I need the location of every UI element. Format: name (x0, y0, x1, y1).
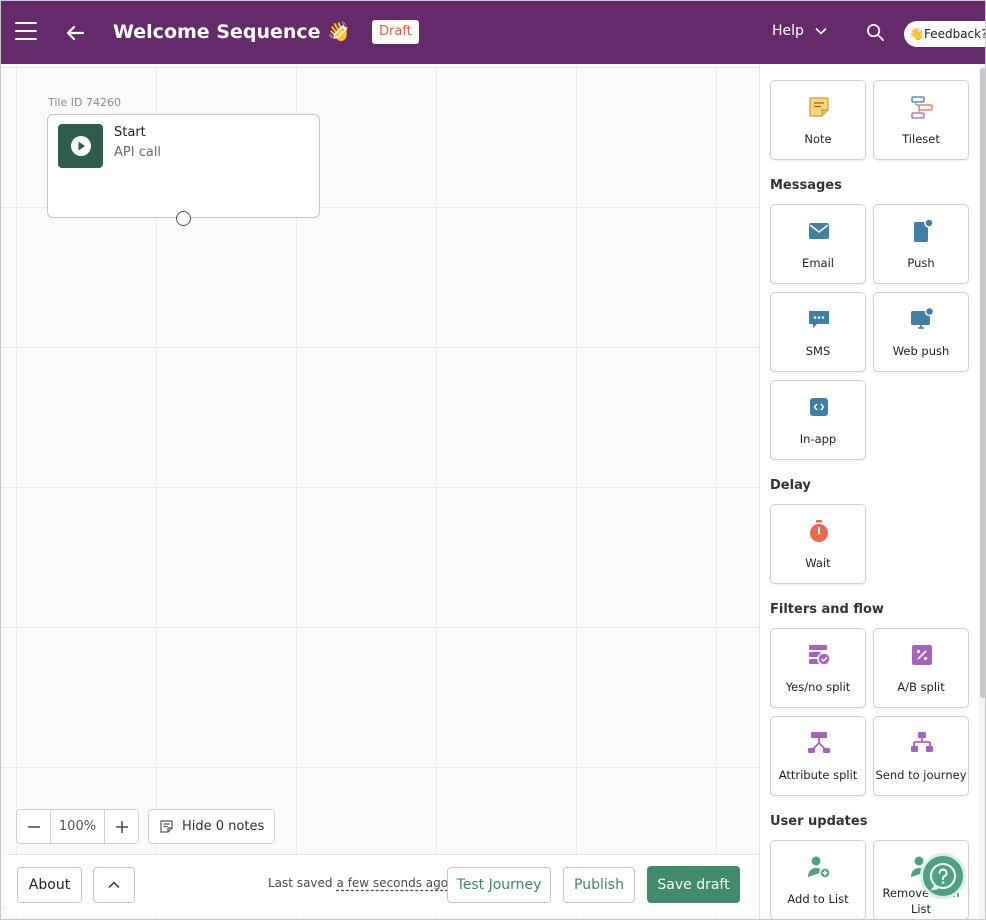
start-tile-trigger: API call (114, 145, 162, 160)
note-icon (809, 97, 829, 117)
zoom-controls: 100% (16, 809, 139, 844)
test-journey-button[interactable]: Test Journey (447, 867, 551, 903)
hamburger-menu-icon[interactable] (15, 22, 37, 42)
sms-icon (809, 311, 829, 328)
palette-tile-label: Push (907, 256, 935, 270)
palette-tile-attribute-split[interactable]: Attribute split (770, 716, 866, 796)
ab-split-icon (912, 645, 932, 665)
question-mark-icon (930, 863, 956, 891)
section-title-filters: Filters and flow (770, 602, 884, 617)
palette-tile-email[interactable]: Email (770, 204, 866, 284)
hide-notes-label: Hide 0 notes (182, 819, 265, 834)
send-to-journey-icon (911, 732, 933, 752)
plus-icon (115, 820, 128, 833)
back-arrow-icon[interactable] (63, 21, 87, 45)
help-chat-button[interactable] (920, 853, 966, 899)
last-saved-status: Last saved a few seconds ago (268, 876, 448, 890)
section-title-delay: Delay (770, 478, 811, 493)
palette-tile-label: Web push (892, 344, 950, 358)
palette-tile-label: Add to List (787, 892, 849, 906)
help-label: Help (772, 23, 804, 39)
zoom-level: 100% (50, 810, 105, 843)
top-header: Welcome Sequence 👋 Draft Help 👋Feedback? (1, 1, 985, 64)
save-draft-button[interactable]: Save draft (647, 866, 740, 903)
publish-button[interactable]: Publish (563, 867, 635, 903)
minus-icon (27, 825, 40, 828)
last-saved-label: Last saved (268, 876, 333, 890)
search-icon[interactable] (866, 23, 885, 42)
chevron-down-icon (815, 27, 827, 35)
zoom-in-button[interactable] (105, 810, 138, 843)
add-to-list-icon (808, 856, 831, 879)
palette-tile-label: Send to journey (875, 768, 967, 782)
help-dropdown[interactable]: Help (772, 23, 828, 39)
palette-tile-label: Note (804, 132, 832, 146)
feedback-button[interactable]: 👋Feedback? (904, 21, 985, 47)
palette-tile-label: Tileset (902, 132, 940, 146)
journey-title: Welcome Sequence 👋 (113, 21, 351, 43)
pencil-edit-icon[interactable] (331, 23, 349, 41)
bottom-action-bar: About Last saved a few seconds ago Test J… (6, 854, 759, 916)
palette-tile-wait[interactable]: Wait (770, 504, 866, 584)
attribute-split-icon (808, 732, 830, 753)
palette-tile-push[interactable]: Push (873, 204, 969, 284)
note-icon (160, 820, 173, 833)
palette-tile-in-app[interactable]: In-app (770, 380, 866, 460)
stopwatch-icon (810, 520, 828, 542)
sidebar-scrollbar[interactable] (979, 64, 985, 919)
about-button[interactable]: About (17, 867, 82, 903)
palette-tile-sms[interactable]: SMS (770, 292, 866, 372)
palette-tile-label: Wait (805, 556, 831, 570)
palette-tile-label: A/B split (897, 680, 945, 694)
palette-tile-web-push[interactable]: Web push (873, 292, 969, 372)
status-badge: Draft (372, 20, 419, 44)
palette-tile-label: Yes/no split (785, 680, 851, 694)
connector-port[interactable] (176, 211, 191, 226)
email-icon (809, 223, 829, 239)
section-title-user-updates: User updates (770, 814, 868, 829)
tileset-icon (911, 96, 933, 119)
zoom-out-button[interactable] (17, 810, 50, 843)
palette-tile-add-to-list[interactable]: Add to List (770, 840, 866, 919)
tile-id-label: Tile ID 74260 (48, 96, 121, 109)
web-push-icon (911, 307, 934, 329)
hide-notes-button[interactable]: Hide 0 notes (148, 809, 276, 844)
palette-tile-note[interactable]: Note (770, 80, 866, 160)
section-title-messages: Messages (770, 178, 842, 193)
palette-tile-label: SMS (805, 344, 831, 358)
expand-button[interactable] (93, 867, 135, 903)
palette-tile-yes-no-split[interactable]: Yes/no split (770, 628, 866, 708)
app-window: Welcome Sequence 👋 Draft Help 👋Feedback?… (0, 0, 986, 920)
last-saved-time[interactable]: a few seconds ago (337, 876, 449, 890)
chevron-up-icon (108, 881, 120, 889)
tile-palette-sidebar: Note Tileset Messages Email Push SMS Web… (759, 64, 985, 919)
palette-tile-send-to-journey[interactable]: Send to journey (873, 716, 969, 796)
palette-tile-label: Email (802, 256, 834, 270)
in-app-icon (810, 398, 828, 416)
start-tile[interactable]: Start API call (47, 114, 320, 218)
scrollbar-thumb[interactable] (980, 68, 985, 698)
start-tile-title: Start (114, 125, 146, 140)
play-icon (58, 124, 103, 168)
palette-tile-tileset[interactable]: Tileset (873, 80, 969, 160)
push-icon (914, 219, 934, 242)
yes-no-split-icon (809, 645, 831, 666)
palette-tile-ab-split[interactable]: A/B split (873, 628, 969, 708)
palette-tile-label: Attribute split (778, 768, 858, 782)
palette-tile-label: In-app (799, 432, 837, 446)
